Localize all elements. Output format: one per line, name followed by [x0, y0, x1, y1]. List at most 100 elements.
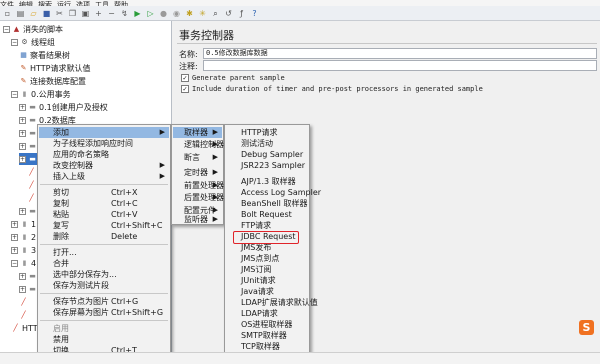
expand-toggle-icon[interactable]: + [19, 207, 26, 215]
sampler-menu-item[interactable]: JSR223 Sampler [226, 160, 308, 171]
sampler-menu-item[interactable]: LDAP请求 [226, 308, 308, 319]
name-field[interactable]: 0.5修改数据库数据 [203, 48, 597, 59]
add-submenu-item[interactable]: 前置处理器 ▶ [173, 180, 224, 191]
sampler-menu-item[interactable]: Debug Sampler [226, 149, 308, 160]
context-menu-item[interactable]: 复写 Ctrl+Shift+C [39, 220, 169, 231]
cut-icon[interactable]: ✂ [54, 8, 65, 19]
tree-node[interactable]: + ▬ 0.1创建用户及授权 [19, 101, 108, 113]
open-icon[interactable]: ▱ [28, 8, 39, 19]
copy-icon[interactable]: ❐ [67, 8, 78, 19]
expand-toggle-icon[interactable]: + [11, 220, 18, 228]
tree-node[interactable]: ✎ HTTP请求默认值 [19, 62, 91, 74]
toggle-icon[interactable]: ↯ [119, 8, 130, 19]
expand-toggle-icon[interactable]: + [19, 103, 26, 111]
expand-toggle-icon[interactable]: + [11, 233, 18, 241]
context-menu-item[interactable]: 复制 Ctrl+C [39, 198, 169, 209]
collapse-toggle-icon[interactable]: − [11, 38, 18, 46]
function-helper-icon[interactable]: ƒ [236, 8, 247, 19]
help-icon[interactable]: ? [249, 8, 260, 19]
tree-node[interactable]: − ▮ 4 [11, 257, 36, 269]
add-submenu-item[interactable]: 逻辑控制器 ▶ [173, 139, 224, 150]
clear-icon[interactable]: ✱ [184, 8, 195, 19]
sampler-menu-item[interactable]: OS进程取样器 [226, 319, 308, 330]
reset-search-icon[interactable]: ↺ [223, 8, 234, 19]
tree-node[interactable]: + ▬ [19, 270, 39, 282]
tree-node[interactable]: + ▮ 1. [11, 218, 39, 230]
expand-toggle-icon[interactable]: + [19, 272, 26, 280]
tree-node[interactable]: − ▲ 消失的脚本 [3, 23, 63, 35]
collapse-toggle-icon[interactable]: − [11, 90, 18, 98]
sampler-menu-item[interactable]: JMS点到点 [226, 253, 308, 264]
comment-field[interactable] [203, 60, 597, 71]
context-menu-item[interactable]: 删除 Delete [39, 231, 169, 242]
search-icon[interactable]: ⌕ [210, 8, 221, 19]
add-submenu-item[interactable]: 定时器 ▶ [173, 167, 222, 178]
tree-node[interactable]: + ▮ 3 [11, 244, 36, 256]
shutdown-icon[interactable]: ◉ [171, 8, 182, 19]
context-menu-item[interactable]: 剪切 Ctrl+X [39, 187, 169, 198]
sampler-menu-item[interactable]: Access Log Sampler [226, 187, 321, 198]
sampler-menu-item[interactable]: AJP/1.3 取样器 [226, 176, 308, 187]
sampler-menu-item[interactable]: BeanShell 取样器 [226, 198, 308, 209]
expand-toggle-icon[interactable]: + [19, 142, 26, 150]
context-menu-item[interactable]: 粘贴 Ctrl+V [39, 209, 169, 220]
context-menu-item[interactable]: 插入上级 ▶ [39, 171, 169, 182]
tree-node[interactable]: + ▬ [19, 283, 39, 295]
expand-toggle-icon[interactable]: + [19, 285, 26, 293]
context-menu-item[interactable]: 为子线程添加响应时间 [39, 138, 169, 149]
tree-node[interactable]: + ▬ [19, 205, 39, 217]
new-icon[interactable]: ▫ [2, 8, 13, 19]
expand-toggle-icon[interactable]: + [19, 116, 26, 124]
tree-node[interactable]: ✎ 连接数据库配置 [19, 75, 86, 87]
context-menu-item[interactable]: 保存为测试片段 [39, 280, 169, 291]
expand-toggle-icon[interactable]: + [19, 155, 26, 163]
sampler-menu-item[interactable]: Bolt Request [226, 209, 308, 220]
sampler-menu-item[interactable]: TCP取样器 [226, 341, 308, 352]
tree-node[interactable]: + ▮ 2 [11, 231, 36, 243]
sampler-menu-item[interactable]: SMTP取样器 [226, 330, 308, 341]
sampler-menu-item[interactable]: LDAP扩展请求默认值 [226, 297, 318, 308]
toolbar: ▫ ▤ ▱ ■ ✂ ❐ ▣ + − ↯ ▶ ▷ ● ◉ ✱ ✳ ⌕ ↺ ƒ? [0, 6, 600, 21]
tree-node[interactable]: − ▮ 0.公用事务 [11, 88, 71, 100]
collapse-toggle-icon[interactable]: − [11, 259, 18, 267]
clear-all-icon[interactable]: ✳ [197, 8, 208, 19]
context-menu-item[interactable]: 选中部分保存为... [39, 269, 169, 280]
context-menu-item[interactable]: 打开... [39, 247, 169, 258]
context-menu-item[interactable]: 禁用 [39, 334, 169, 345]
context-menu-item[interactable]: 合并 [39, 258, 169, 269]
tree-node[interactable]: ╱ [19, 296, 30, 308]
sampler-menu-item[interactable]: JMS订阅 [226, 264, 308, 275]
context-menu-item[interactable]: 应用的命名策略 [39, 149, 169, 160]
add-submenu-item[interactable]: 后置处理器 ▶ [173, 192, 224, 203]
sampler-menu-item[interactable]: FTP请求 [226, 220, 308, 231]
collapse-toggle-icon[interactable]: − [3, 25, 10, 33]
tree-node[interactable]: ▦ 察看结果树 [19, 49, 70, 61]
templates-icon[interactable]: ▤ [15, 8, 26, 19]
start-icon[interactable]: ▶ [132, 8, 143, 19]
context-menu-item[interactable]: 添加 ▶ [39, 127, 169, 138]
generate-parent-sample-checkbox[interactable]: ✓ Generate parent sample [181, 74, 285, 82]
collapse-icon[interactable]: − [106, 8, 117, 19]
add-submenu-item[interactable]: 监听器 ▶ [173, 214, 222, 225]
context-menu-item[interactable]: 保存屏幕为图片 Ctrl+Shift+G [39, 307, 169, 318]
include-timer-duration-checkbox[interactable]: ✓ Include duration of timer and pre-post… [181, 85, 483, 93]
expand-toggle-icon[interactable]: + [19, 129, 26, 137]
sampler-menu-item[interactable]: 测试活动 [226, 138, 308, 149]
sampler-icon: ╱ [29, 194, 34, 202]
expand-toggle-icon[interactable]: + [11, 246, 18, 254]
sampler-menu-item[interactable]: Java请求 [226, 286, 308, 297]
context-menu-item[interactable]: 保存节点为图片 Ctrl+G [39, 296, 169, 307]
expand-icon[interactable]: + [93, 8, 104, 19]
paste-icon[interactable]: ▣ [80, 8, 91, 19]
add-submenu-item[interactable]: 取样器 ▶ [173, 127, 222, 138]
sampler-menu-item[interactable]: HTTP请求 [226, 127, 308, 138]
start-no-pause-icon[interactable]: ▷ [145, 8, 156, 19]
add-submenu-item[interactable]: 断言 ▶ [173, 152, 222, 163]
tree-node[interactable]: ╱ [19, 309, 30, 321]
tree-node[interactable]: − ⚙ 线程组 [11, 36, 55, 48]
stop-icon[interactable]: ● [158, 8, 169, 19]
save-icon[interactable]: ■ [41, 8, 52, 19]
context-menu-item[interactable]: 改变控制器 ▶ [39, 160, 169, 171]
context-menu-item[interactable]: 启用 [39, 323, 169, 334]
sampler-menu-item[interactable]: JUnit请求 [226, 275, 308, 286]
